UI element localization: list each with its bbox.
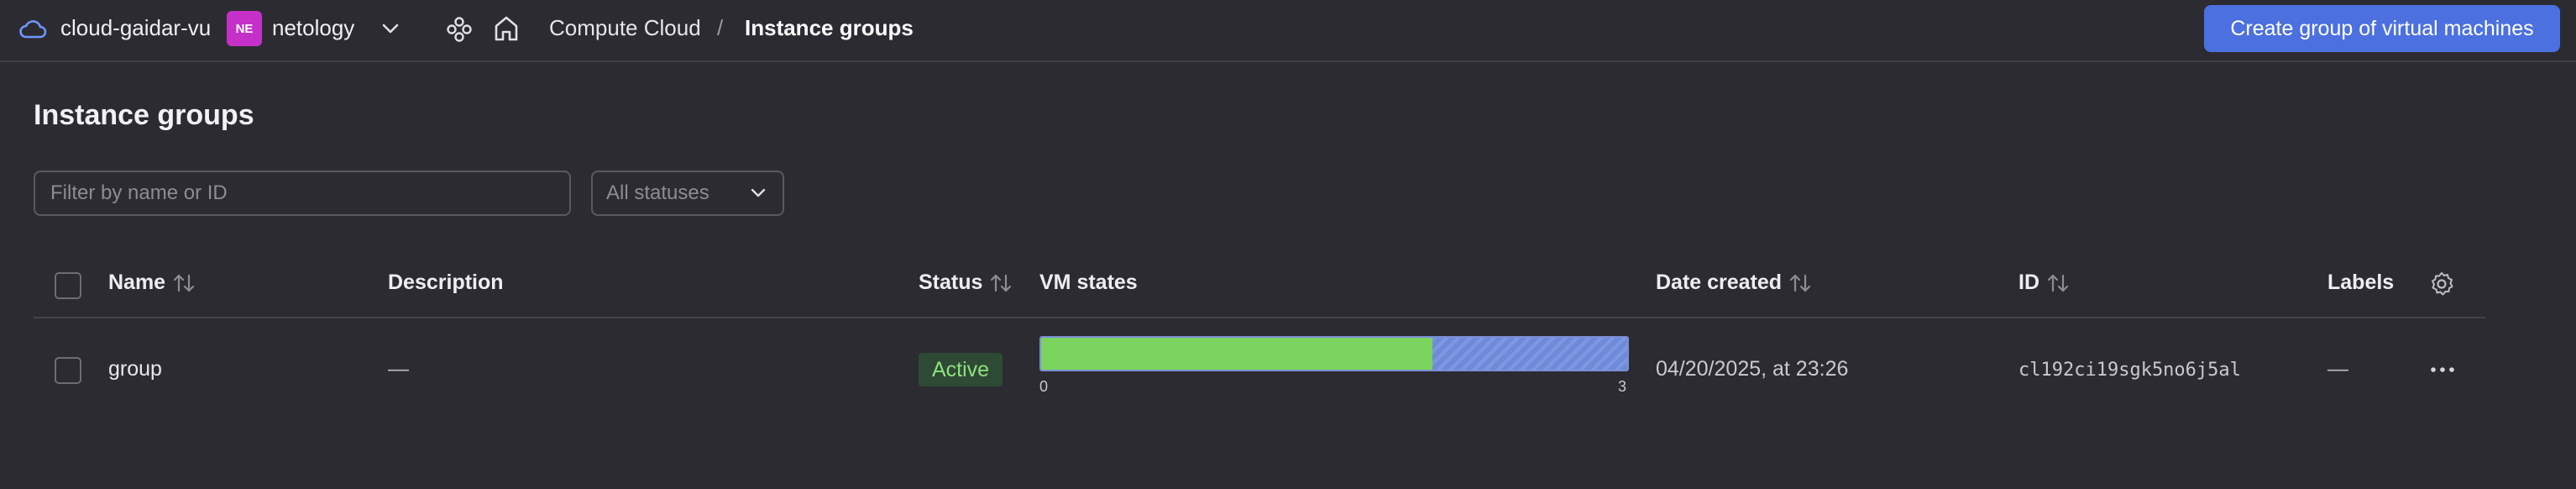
column-label-name: Name <box>108 271 166 294</box>
column-label-id: ID <box>2018 271 2039 294</box>
home-icon[interactable] <box>492 13 521 44</box>
sort-icon[interactable] <box>1788 272 1812 294</box>
column-header-status[interactable]: Status <box>919 271 1013 295</box>
column-label-vm-states: VM states <box>1039 271 1138 294</box>
status-badge: Active <box>919 353 1003 386</box>
column-label-labels: Labels <box>2327 271 2395 294</box>
page-title: Instance groups <box>34 99 254 131</box>
filter-input[interactable] <box>34 171 571 216</box>
cloud-icon[interactable] <box>18 17 47 40</box>
sort-icon[interactable] <box>989 272 1013 294</box>
vm-states-max: 3 <box>1618 378 1627 395</box>
row-name[interactable]: group <box>108 357 162 381</box>
chevron-down-icon <box>751 188 766 197</box>
column-header-vm-states: VM states <box>1039 271 1138 295</box>
create-group-button[interactable]: Create group of virtual machines <box>2204 5 2560 52</box>
column-header-labels: Labels <box>2327 271 2394 295</box>
select-all-checkbox[interactable] <box>55 272 81 299</box>
vm-states-running-segment <box>1041 338 1432 370</box>
column-header-id[interactable]: ID <box>2018 271 2070 295</box>
status-filter-select[interactable]: All statuses <box>591 171 784 216</box>
breadcrumb-separator: / <box>717 15 724 40</box>
sort-icon[interactable] <box>2046 272 2070 294</box>
row-labels: — <box>2327 357 2348 381</box>
row-description: — <box>388 357 409 381</box>
vm-states-bar <box>1039 336 1629 371</box>
status-filter-value: All statuses <box>606 181 709 204</box>
column-header-name[interactable]: Name <box>108 271 196 295</box>
vm-states-other-segment <box>1432 338 1627 370</box>
org-name[interactable]: netology <box>272 15 354 41</box>
table-header-divider <box>34 317 2485 318</box>
org-avatar-badge[interactable]: NE <box>227 11 262 46</box>
column-header-date-created[interactable]: Date created <box>1656 271 1812 295</box>
chevron-down-icon[interactable] <box>380 20 401 37</box>
column-label-date-created: Date created <box>1656 271 1783 294</box>
row-checkbox[interactable] <box>55 357 81 384</box>
column-label-status: Status <box>919 271 983 294</box>
gear-icon[interactable] <box>2428 271 2455 297</box>
cloud-name[interactable]: cloud-gaidar-vu <box>60 15 211 41</box>
nodes-icon[interactable] <box>445 15 474 44</box>
row-id[interactable]: cl192ci19sgk5no6j5al <box>2018 360 2241 381</box>
row-date-created: 04/20/2025, at 23:26 <box>1656 357 1849 381</box>
column-header-description: Description <box>388 271 504 295</box>
top-bar: cloud-gaidar-vu NE netology Compute Clou… <box>0 0 2576 62</box>
vm-states-min: 0 <box>1039 378 1049 395</box>
sort-icon[interactable] <box>172 272 196 294</box>
breadcrumb-current: Instance groups <box>745 15 914 40</box>
column-label-description: Description <box>388 271 504 294</box>
breadcrumb-compute-cloud[interactable]: Compute Cloud <box>549 15 701 41</box>
more-horizontal-icon[interactable] <box>2428 361 2457 378</box>
